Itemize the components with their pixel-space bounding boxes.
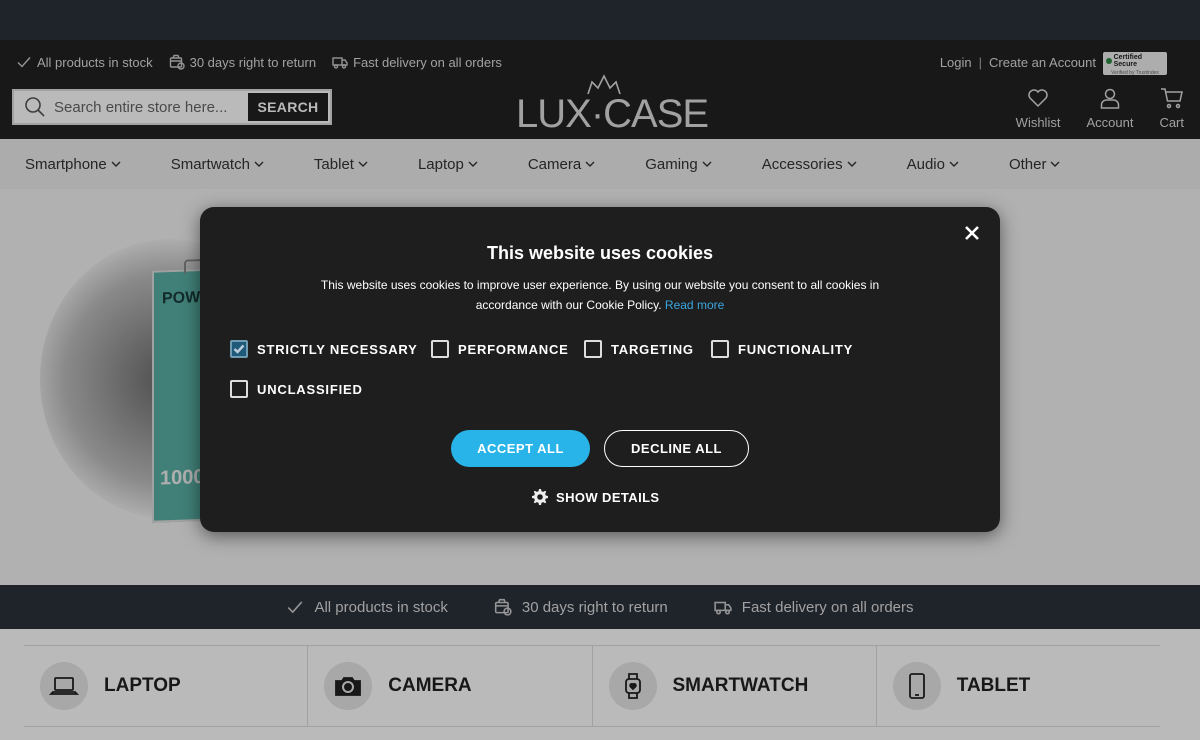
option-label: TARGETING — [611, 341, 694, 357]
option-unclassified[interactable]: UNCLASSIFIED — [230, 380, 363, 398]
accept-all-button[interactable]: ACCEPT ALL — [451, 430, 590, 467]
cookie-description-text: This website uses cookies to improve use… — [320, 278, 880, 312]
option-strictly-necessary[interactable]: STRICTLY NECESSARY — [230, 340, 418, 358]
option-targeting[interactable]: TARGETING — [584, 340, 694, 358]
checkmark-icon — [233, 344, 245, 354]
checkbox[interactable] — [431, 340, 449, 358]
gear-icon — [532, 489, 548, 505]
checkbox[interactable] — [584, 340, 602, 358]
decline-all-button[interactable]: DECLINE ALL — [604, 430, 749, 467]
option-label: STRICTLY NECESSARY — [257, 341, 418, 357]
cookie-consent-dialog: This website uses cookies This website u… — [200, 207, 1000, 532]
option-label: FUNCTIONALITY — [738, 341, 854, 357]
cookie-description: This website uses cookies to improve use… — [300, 275, 900, 315]
option-label: UNCLASSIFIED — [257, 381, 363, 397]
checkbox[interactable] — [230, 380, 248, 398]
cookie-title: This website uses cookies — [486, 243, 714, 263]
option-label: PERFORMANCE — [458, 341, 569, 357]
checkbox-checked[interactable] — [230, 340, 248, 358]
option-performance[interactable]: PERFORMANCE — [431, 340, 569, 358]
show-details-label: SHOW DETAILS — [556, 489, 660, 505]
show-details-button[interactable]: SHOW DETAILS — [532, 489, 660, 505]
read-more-link[interactable]: Read more — [665, 298, 724, 312]
close-icon — [965, 226, 979, 240]
checkbox[interactable] — [711, 340, 729, 358]
option-functionality[interactable]: FUNCTIONALITY — [711, 340, 853, 358]
